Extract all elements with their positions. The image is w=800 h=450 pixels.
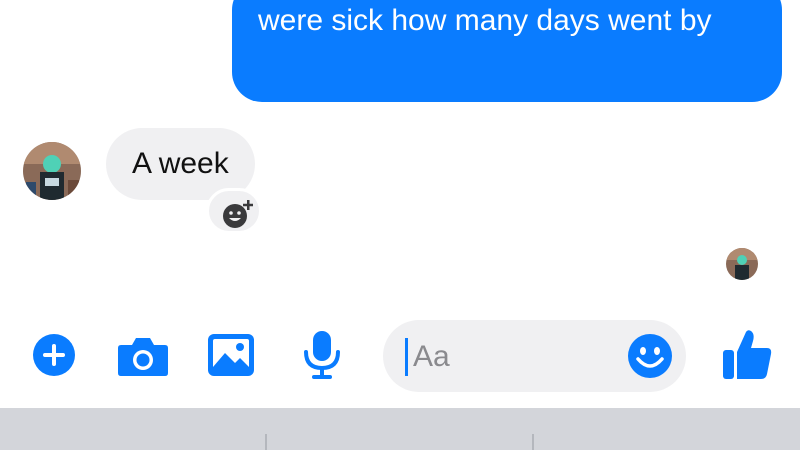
microphone-icon[interactable]	[302, 330, 342, 380]
emoji-icon[interactable]	[627, 333, 673, 379]
plus-circle-icon[interactable]	[32, 333, 76, 377]
message-input-placeholder: Aa	[413, 340, 450, 373]
photo-icon[interactable]	[207, 333, 255, 377]
sent-message-bubble[interactable]: were sick how many days went by	[232, 0, 782, 102]
suggestion-divider	[532, 434, 534, 450]
text-caret	[405, 338, 408, 376]
suggestion-divider	[265, 434, 267, 450]
sent-message-text: were sick how many days went by	[258, 4, 712, 37]
contact-avatar[interactable]	[23, 142, 81, 200]
thumbs-up-icon[interactable]	[722, 328, 772, 380]
received-message-text: A week	[132, 147, 229, 180]
add-reaction-button[interactable]	[206, 188, 262, 234]
add-reaction-icon	[223, 200, 253, 228]
seen-receipt-avatar	[726, 248, 758, 280]
camera-icon[interactable]	[117, 335, 169, 377]
keyboard-suggestion-bar	[0, 408, 800, 450]
messenger-chat-screen: were sick how many days went by A week A…	[0, 0, 800, 450]
message-input[interactable]: Aa	[383, 320, 686, 392]
